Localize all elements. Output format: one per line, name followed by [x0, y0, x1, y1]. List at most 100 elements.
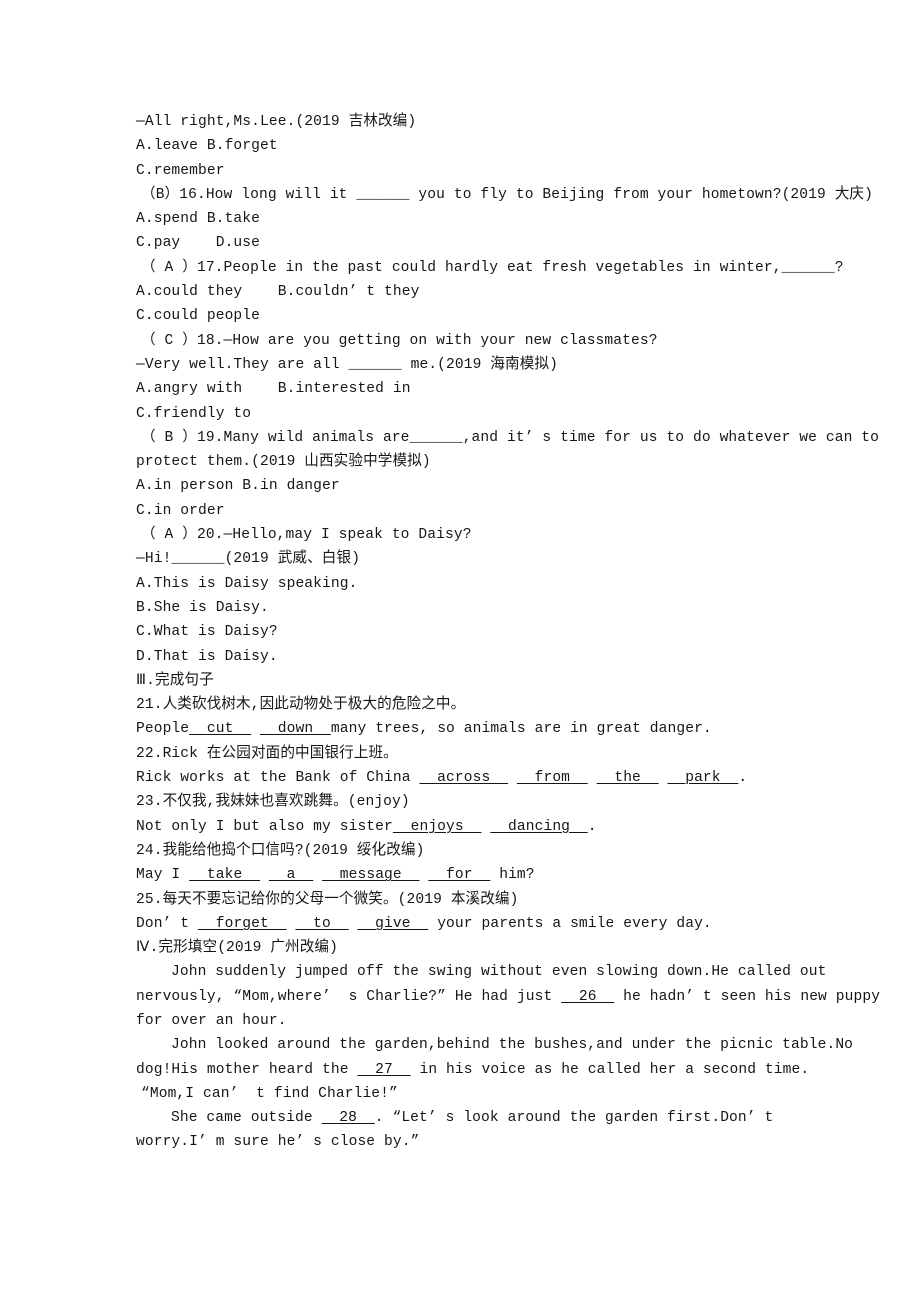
text-run: B.She is Daisy. [136, 599, 269, 616]
text-run: John looked around the garden,behind the… [171, 1037, 854, 1054]
text-run: . [587, 818, 597, 835]
text-run [251, 721, 260, 737]
text-run [659, 770, 668, 786]
text-run: Don’ t [136, 915, 199, 932]
text-run: 23.不仅我,我妹妹也喜欢跳舞。(enjoy) [136, 794, 410, 811]
filled-answer: 26 [561, 988, 615, 1005]
text-run: “Mom,I can’ t find Charlie!” [141, 1085, 398, 1102]
text-line: A.in person B.in danger [136, 474, 826, 498]
text-line: Don’ t forget to give your parents a smi… [136, 912, 826, 936]
text-run: Not only I but also my sister [136, 818, 393, 835]
text-run: People [136, 721, 190, 738]
text-run: many trees, so animals are in great dang… [330, 721, 712, 738]
text-run: he hadn’ t seen his new puppy [614, 988, 881, 1005]
text-run: John suddenly jumped off the swing witho… [171, 964, 827, 981]
text-run: （ B ）19.Many wild animals are______,and … [141, 429, 880, 446]
text-run: （B）16.How long will it ______ you to fly… [141, 186, 873, 203]
text-run [419, 867, 428, 883]
text-run: C.pay D.use [136, 235, 261, 252]
text-run: C.What is Daisy? [136, 624, 278, 641]
text-run: —Hi!______(2019 武威、白银) [136, 551, 361, 568]
text-run [588, 770, 597, 786]
filled-answer: a [268, 867, 314, 884]
text-line: worry.I’ m sure he’ s close by.” [136, 1130, 826, 1154]
filled-answer: dancing [490, 818, 588, 835]
text-line: —Hi!______(2019 武威、白银) [136, 547, 826, 571]
text-line: 24.我能给他捣个口信吗?(2019 绥化改编) [136, 839, 826, 863]
text-line: “Mom,I can’ t find Charlie!” [136, 1082, 826, 1106]
text-run: A.could they B.couldn’ t they [136, 284, 420, 301]
text-run: A.leave B.forget [136, 138, 278, 155]
filled-answer: park [667, 770, 739, 787]
text-run: C.friendly to [136, 405, 252, 422]
text-run: in his voice as he called her a second t… [410, 1061, 810, 1078]
text-line: （ C ）18.—How are you getting on with you… [136, 329, 826, 353]
text-line: Ⅳ.完形填空(2019 广州改编) [136, 936, 826, 960]
text-run [508, 770, 517, 786]
text-line: dog!His mother heard the 27 in his voice… [136, 1058, 826, 1082]
text-line: C.What is Daisy? [136, 620, 826, 644]
text-run [481, 819, 490, 835]
filled-answer: forget [198, 915, 287, 932]
text-line: C.pay D.use [136, 231, 826, 255]
text-run: A.angry with B.interested in [136, 381, 411, 398]
text-run: C.remember [136, 162, 225, 179]
text-line: nervously, “Mom,where’ s Charlie?” He ha… [136, 985, 880, 1009]
text-line: John looked around the garden,behind the… [136, 1033, 853, 1057]
text-run: C.could people [136, 308, 261, 325]
text-run: A.spend B.take [136, 211, 261, 228]
text-run: A.This is Daisy speaking. [136, 575, 358, 592]
text-line: Rick works at the Bank of China across f… [136, 766, 826, 790]
text-run: C.in order [136, 502, 225, 519]
text-run: for over an hour. [136, 1012, 287, 1029]
text-run: May I [136, 867, 190, 884]
text-line: —Very well.They are all ______ me.(2019 … [136, 353, 826, 377]
worksheet-content: —All right,Ms.Lee.(2019 吉林改编) A.leave B.f… [136, 110, 880, 1155]
text-run: . “Let’ s look around the garden first.D… [374, 1110, 774, 1127]
text-line: C.could people [136, 304, 826, 328]
filled-answer: 28 [321, 1110, 375, 1127]
text-run: —All right,Ms.Lee.(2019 吉林改编) [136, 114, 417, 130]
text-run: 22.Rick 在公园对面的中国银行上班。 [136, 745, 398, 762]
text-run: dog!His mother heard the [136, 1061, 358, 1078]
text-line: She came outside 28 . “Let’ s look aroun… [136, 1106, 826, 1130]
text-line: People cut down many trees, so animals a… [136, 717, 826, 741]
text-run: worry.I’ m sure he’ s close by.” [136, 1134, 420, 1151]
filled-answer: give [357, 915, 429, 932]
text-run: （ C ）18.—How are you getting on with you… [141, 332, 658, 349]
text-run: （ A ）17.People in the past could hardly … [141, 259, 844, 276]
text-run: D.That is Daisy. [136, 648, 278, 665]
text-line: —All right,Ms.Lee.(2019 吉林改编) [136, 110, 826, 134]
text-line: C.in order [136, 499, 826, 523]
text-line: （B）16.How long will it ______ you to fly… [136, 183, 873, 207]
text-line: （ B ）19.Many wild animals are______,and … [136, 426, 879, 450]
text-line: A.angry with B.interested in [136, 377, 826, 401]
text-line: A.spend B.take [136, 207, 826, 231]
text-run: 21.人类砍伐树木,因此动物处于极大的危险之中。 [136, 697, 466, 714]
text-run: A.in person B.in danger [136, 478, 340, 495]
text-line: A.leave B.forget [136, 134, 826, 158]
text-run: protect them.(2019 山西实验中学模拟) [136, 454, 431, 471]
text-line: May I take a message for him? [136, 863, 826, 887]
filled-answer: 27 [357, 1061, 411, 1078]
text-run: Ⅳ.完形填空(2019 广州改编) [136, 940, 338, 957]
text-run [260, 867, 269, 883]
text-line: B.She is Daisy. [136, 596, 826, 620]
text-run: （ A ）20.—Hello,may I speak to Daisy? [141, 527, 472, 544]
text-line: protect them.(2019 山西实验中学模拟) [136, 450, 826, 474]
text-line: Ⅲ.完成句子 [136, 669, 826, 693]
text-run [313, 867, 322, 883]
text-line: 21.人类砍伐树木,因此动物处于极大的危险之中。 [136, 693, 826, 717]
text-run: Ⅲ.完成句子 [136, 672, 214, 689]
text-line: C.friendly to [136, 402, 826, 426]
text-line: A.could they B.couldn’ t they [136, 280, 826, 304]
text-line: （ A ）20.—Hello,may I speak to Daisy? [136, 523, 826, 547]
text-line: C.remember [136, 159, 826, 183]
text-run: him? [490, 867, 535, 884]
text-line: A.This is Daisy speaking. [136, 572, 826, 596]
text-line: Not only I but also my sister enjoys dan… [136, 815, 826, 839]
text-run: 25.每天不要忘记给你的父母一个微笑。(2019 本溪改编) [136, 891, 519, 908]
filled-answer: from [516, 770, 588, 787]
text-line: for over an hour. [136, 1009, 826, 1033]
text-line: 25.每天不要忘记给你的父母一个微笑。(2019 本溪改编) [136, 888, 826, 912]
